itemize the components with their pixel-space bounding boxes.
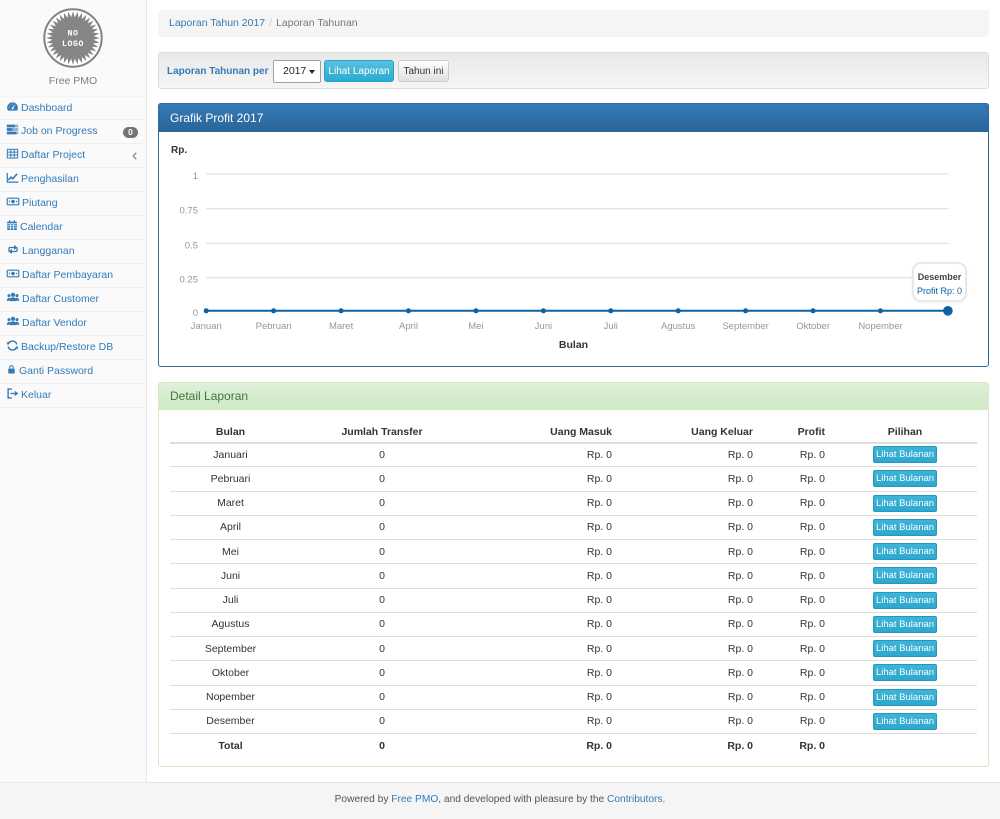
svg-text:Juni: Juni [535, 321, 552, 332]
svg-text:April: April [399, 321, 418, 332]
svg-text:September: September [722, 321, 768, 332]
svg-text:Nopember: Nopember [858, 321, 902, 332]
svg-text:NO: NO [67, 30, 78, 39]
svg-text:Pebruari: Pebruari [256, 321, 292, 332]
svg-text:0.25: 0.25 [180, 275, 199, 286]
svg-text:Mei: Mei [468, 321, 483, 332]
svg-text:Maret: Maret [329, 321, 354, 332]
svg-text:LOGO: LOGO [62, 40, 84, 49]
svg-text:1: 1 [193, 171, 198, 182]
svg-text:Oktober: Oktober [796, 321, 830, 332]
svg-text:Januari: Januari [191, 321, 222, 332]
svg-text:Agustus: Agustus [661, 321, 696, 332]
svg-text:Juli: Juli [604, 321, 618, 332]
svg-text:0.5: 0.5 [185, 240, 198, 251]
svg-text:0.75: 0.75 [180, 206, 199, 217]
svg-text:0: 0 [193, 308, 198, 319]
